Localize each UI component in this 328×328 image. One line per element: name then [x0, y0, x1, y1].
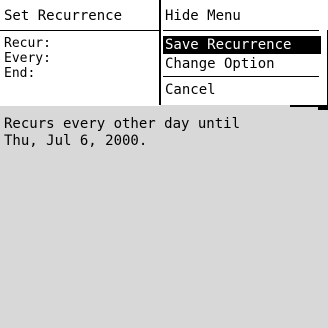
summary-line-2: Thu, Jul 6, 2000. — [4, 133, 148, 149]
screen: Set Recurrence Recur: Every: End: Recurs… — [0, 0, 328, 328]
summary-line-1: Recurs every other day until — [4, 116, 241, 132]
menu-item-hide-menu[interactable]: Hide Menu — [165, 7, 241, 25]
menu-separator — [163, 30, 319, 31]
recurrence-summary: Recurs every other day until Thu, Jul 6,… — [4, 116, 240, 150]
menu-separator — [163, 76, 319, 77]
end-label[interactable]: End: — [4, 66, 51, 81]
recur-label[interactable]: Recur: — [4, 36, 51, 51]
menu-item-cancel[interactable]: Cancel — [165, 81, 216, 99]
menu-item-change-option[interactable]: Change Option — [165, 55, 275, 73]
menu-item-save-recurrence[interactable]: Save Recurrence — [163, 36, 321, 54]
screen-title: Set Recurrence — [4, 8, 123, 24]
recurrence-fields: Recur: Every: End: — [4, 36, 51, 81]
popup-menu: Hide Menu Save Recurrence Change Option … — [159, 0, 327, 105]
every-label[interactable]: Every: — [4, 51, 51, 66]
